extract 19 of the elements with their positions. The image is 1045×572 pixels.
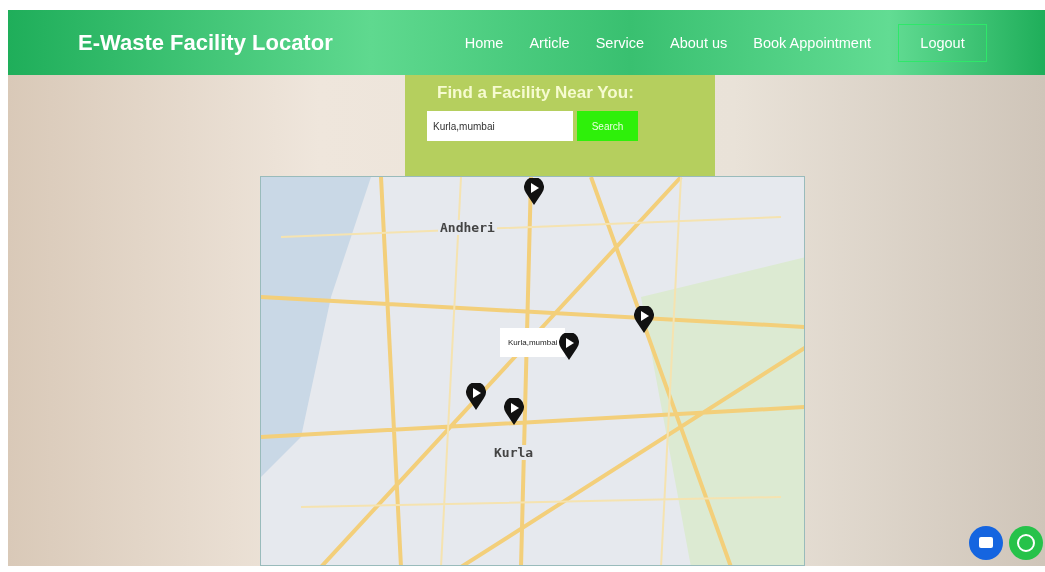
finder-heading: Find a Facility Near You: [437,83,635,103]
map-popup: Kurla,mumbai [500,328,566,357]
map-marker-icon[interactable] [466,383,486,410]
map-marker-icon[interactable] [634,306,654,333]
nav-link[interactable]: About us [657,34,741,51]
map-marker-icon[interactable] [559,333,579,360]
location-input[interactable]: Kurla,mumbai [427,111,573,141]
map-marker-icon[interactable] [504,398,524,425]
place-label: Andheri [438,220,497,235]
map-marker-icon[interactable] [524,178,544,205]
nav-link[interactable]: Article [516,34,583,51]
place-label: Kurla [492,445,536,460]
map[interactable]: Andheri Kurla,mumbai Kurla [260,176,805,566]
nav-link[interactable]: Service [582,34,658,51]
site-title: E-Waste Facility Locator [78,29,333,56]
nav-link[interactable]: Book Appointment [740,34,884,51]
search-button[interactable]: Search [577,111,638,141]
nav-link[interactable]: Home [451,34,517,51]
logout-button[interactable]: Logout [898,23,987,62]
